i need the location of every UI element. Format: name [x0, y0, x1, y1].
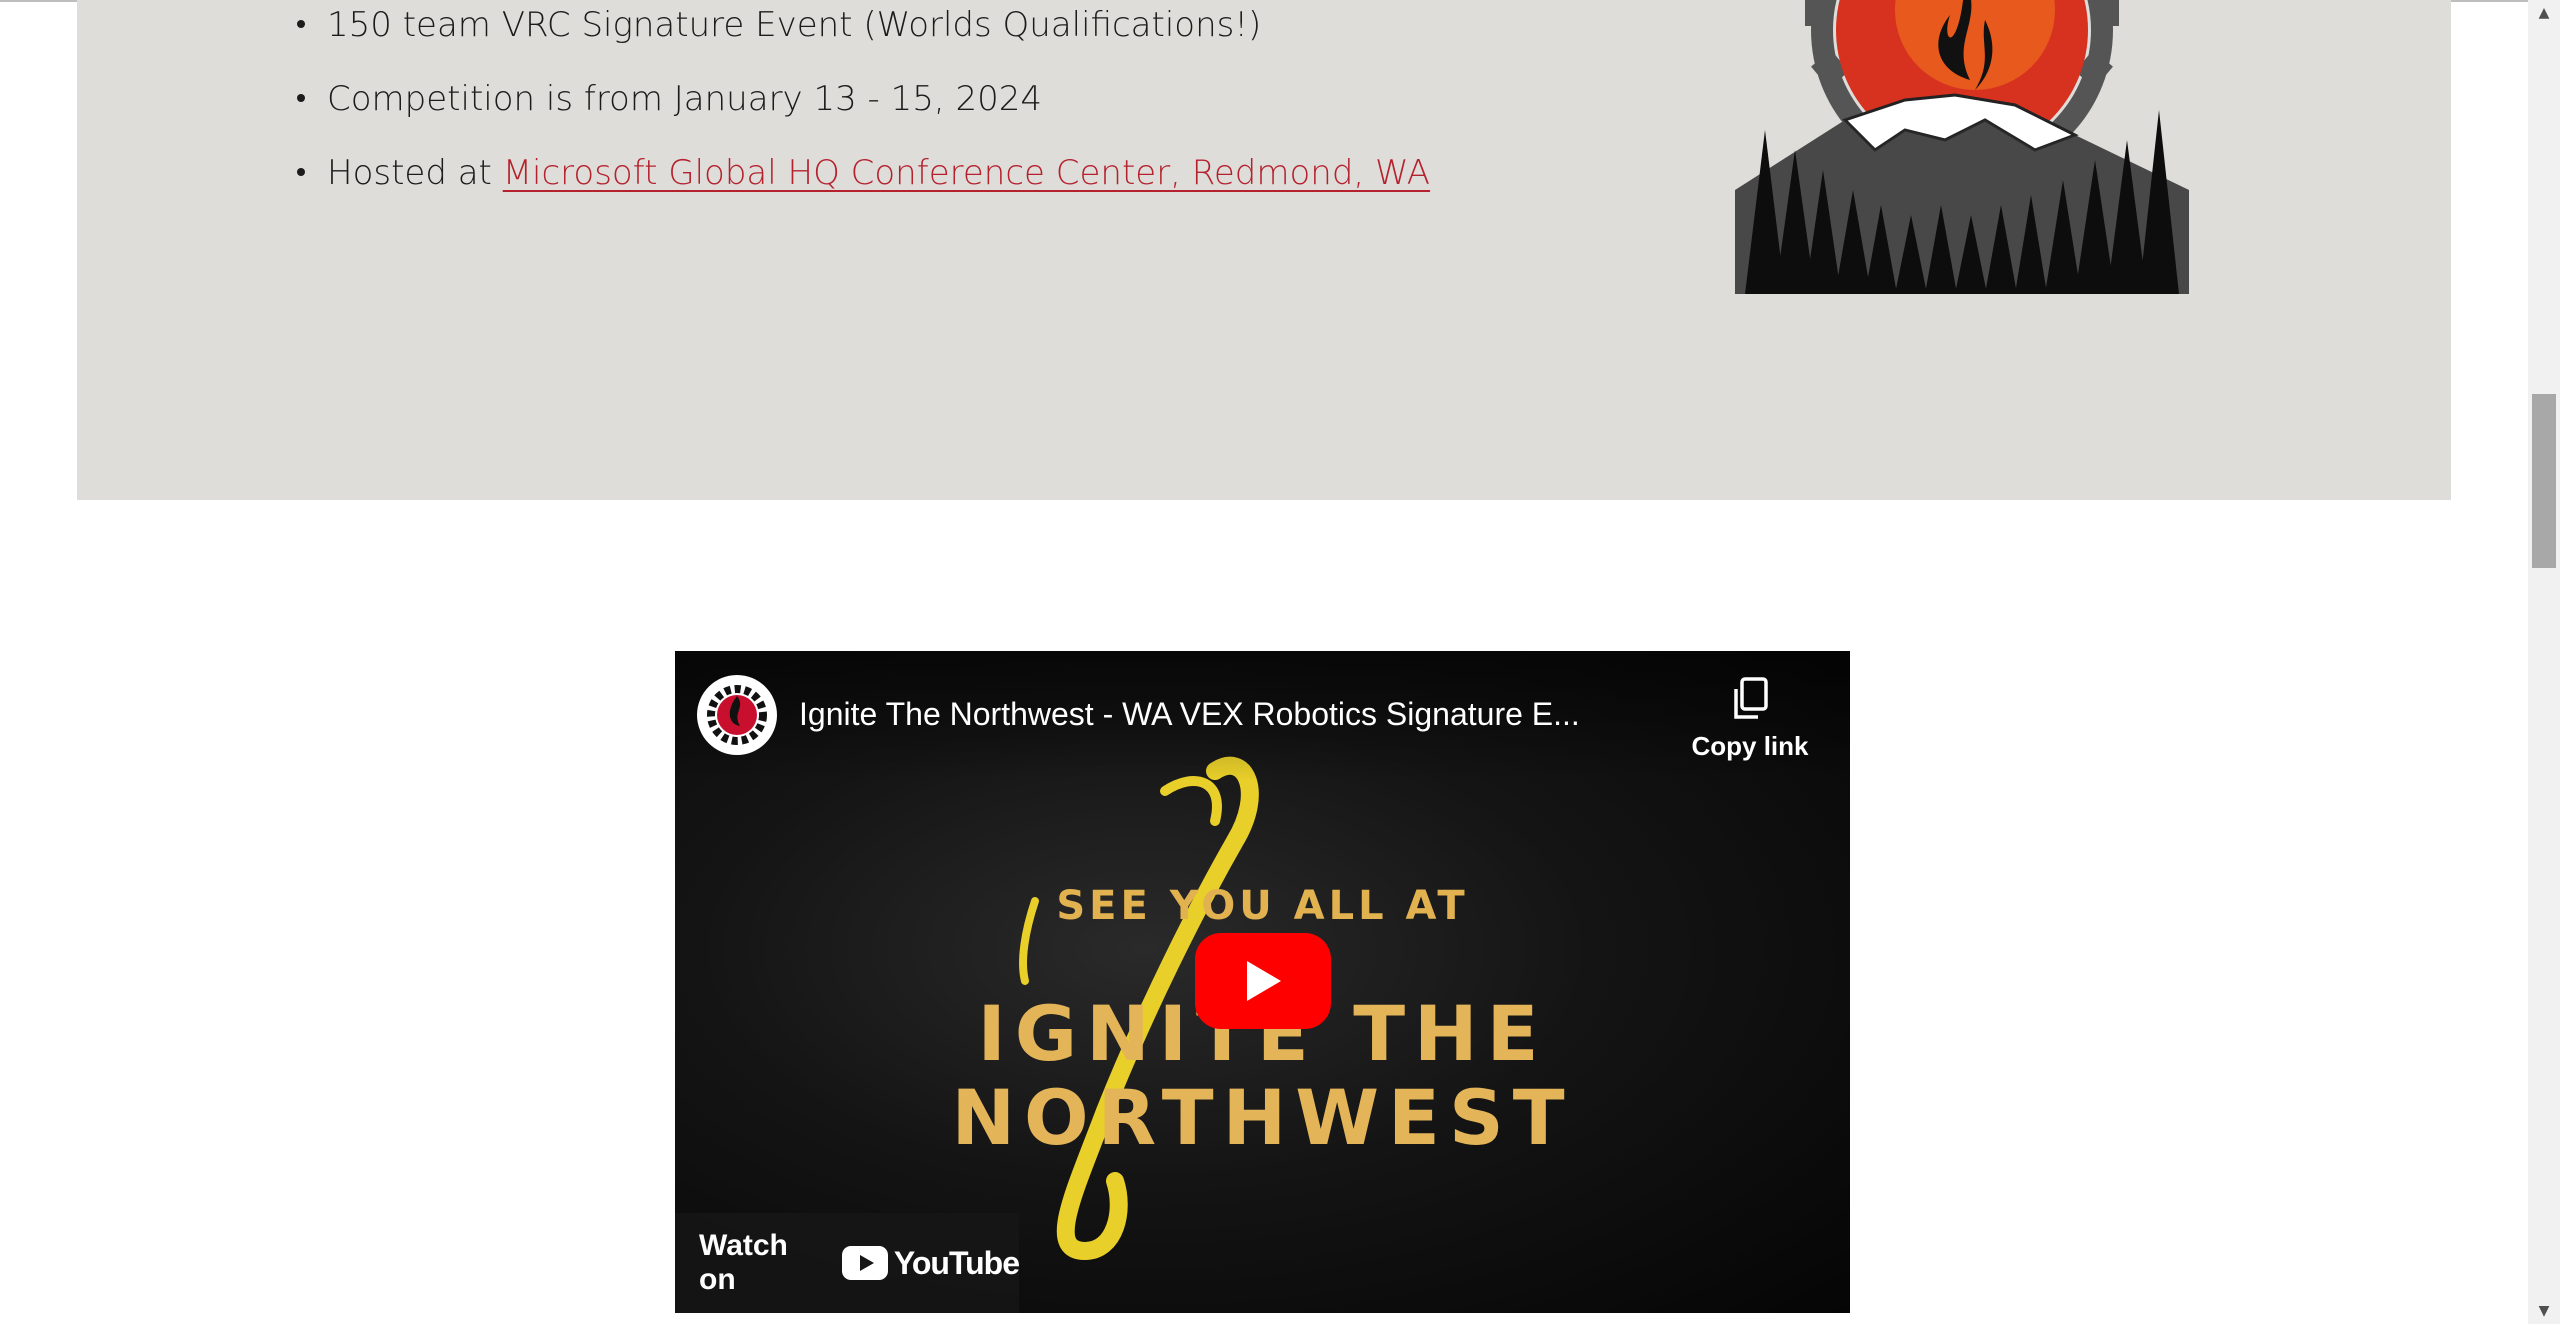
video-header: Ignite The Northwest - WA VEX Robotics S…	[675, 651, 1850, 781]
youtube-wordmark: YouTube	[893, 1244, 1020, 1281]
vertical-scrollbar[interactable]: ▲ ▼	[2528, 0, 2560, 1324]
copy-icon	[1734, 677, 1768, 719]
overlay-text-line2: NORTHWEST	[951, 1073, 1574, 1162]
play-icon	[1247, 961, 1281, 1001]
ignite-the-northwest-logo-icon	[1735, 0, 2189, 294]
play-button[interactable]	[1195, 933, 1331, 1029]
youtube-logo: YouTube	[841, 1244, 1020, 1282]
bullet-text: Competition is from January 13 - 15, 202…	[327, 79, 1043, 119]
bullet-item-event-type: 150 team VRC Signature Event (Worlds Qua…	[77, 0, 1507, 54]
youtube-embed[interactable]: SEE YOU ALL AT IGNITE THE NORTHWEST Igni…	[675, 651, 1850, 1313]
video-title-link[interactable]: Ignite The Northwest - WA VEX Robotics S…	[799, 691, 1659, 737]
scroll-up-arrow-icon[interactable]: ▲	[2528, 0, 2560, 26]
bullet-dot	[297, 94, 305, 102]
youtube-play-icon	[841, 1246, 888, 1280]
channel-flame-icon	[707, 685, 767, 745]
event-info-section: 150 team VRC Signature Event (Worlds Qua…	[77, 0, 2451, 500]
venue-link[interactable]: Microsoft Global HQ Conference Center, R…	[503, 153, 1430, 193]
bullet-dot	[297, 20, 305, 28]
bullet-text-prefix: Hosted at	[327, 153, 503, 193]
bullet-text: 150 team VRC Signature Event (Worlds Qua…	[327, 5, 1262, 45]
watch-on-youtube-button[interactable]: Watch on YouTube	[675, 1213, 1020, 1313]
scrollbar-thumb[interactable]	[2532, 394, 2556, 568]
copy-link-label: Copy link	[1691, 731, 1809, 761]
bullet-item-location: Hosted at Microsoft Global HQ Conference…	[77, 144, 1507, 202]
bullet-dot	[297, 168, 305, 176]
copy-link-button[interactable]: Copy link	[1690, 677, 1810, 762]
channel-avatar[interactable]	[697, 675, 777, 755]
watch-on-label: Watch on	[699, 1229, 788, 1296]
scroll-down-arrow-icon[interactable]: ▼	[2528, 1298, 2560, 1324]
bullet-item-dates: Competition is from January 13 - 15, 202…	[77, 70, 1507, 128]
overlay-text-small: SEE YOU ALL AT	[1056, 883, 1469, 929]
